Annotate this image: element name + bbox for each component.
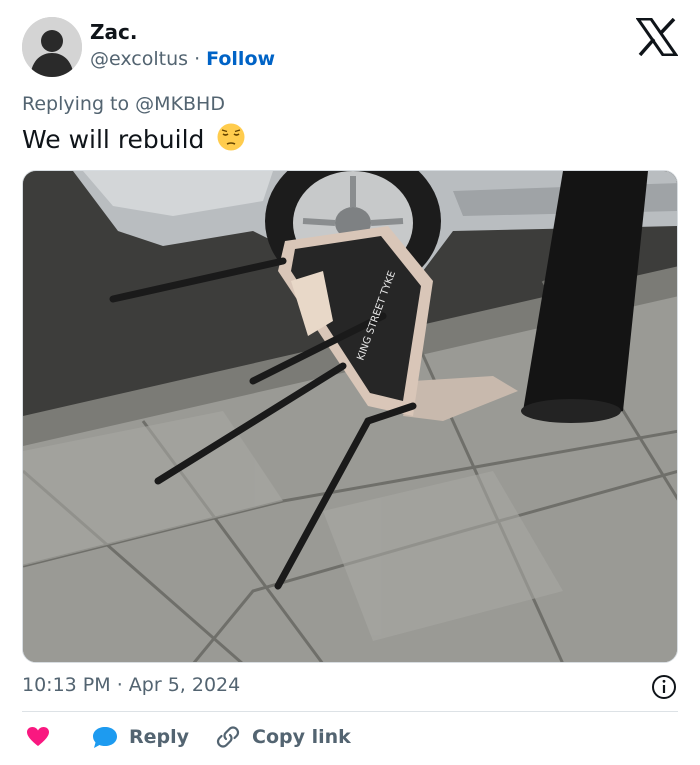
handle-separator: · (194, 48, 201, 70)
user-handle[interactable]: @excoltus (90, 48, 188, 70)
reply-label: Reply (129, 726, 190, 748)
reply-bubble-icon (93, 727, 117, 748)
info-icon[interactable] (651, 674, 677, 700)
display-name[interactable]: Zac. (90, 20, 137, 44)
reply-mention-link[interactable]: @MKBHD (135, 93, 225, 115)
avatar-image (22, 17, 82, 77)
pensive-face-icon (217, 123, 245, 151)
handle-line: @excoltus · Follow (90, 48, 275, 70)
divider (22, 711, 678, 712)
tweet-body: We will rebuild (22, 125, 205, 154)
tweet-date: Apr 5, 2024 (128, 674, 241, 696)
tweet-text: We will rebuild (22, 122, 246, 154)
copy-link-button[interactable]: Copy link (215, 724, 351, 750)
avatar[interactable] (22, 17, 82, 77)
x-logo-icon[interactable] (636, 18, 678, 56)
heart-icon (27, 727, 49, 746)
tweet-photo[interactable]: KING STREET TYKE (22, 170, 678, 663)
replying-prefix: Replying to (22, 93, 130, 115)
copy-link-label: Copy link (252, 726, 351, 748)
replying-to: Replying to @MKBHD (22, 93, 225, 115)
photo-broken-chair: KING STREET TYKE (23, 171, 677, 662)
link-icon (216, 726, 240, 748)
follow-button[interactable]: Follow (206, 48, 275, 70)
tweet-time: 10:13 PM (22, 674, 111, 696)
reply-button[interactable]: Reply (91, 724, 189, 750)
time-separator: · (116, 674, 123, 696)
tweet-timestamp[interactable]: 10:13 PM · Apr 5, 2024 (22, 674, 240, 696)
like-button[interactable] (25, 724, 51, 750)
